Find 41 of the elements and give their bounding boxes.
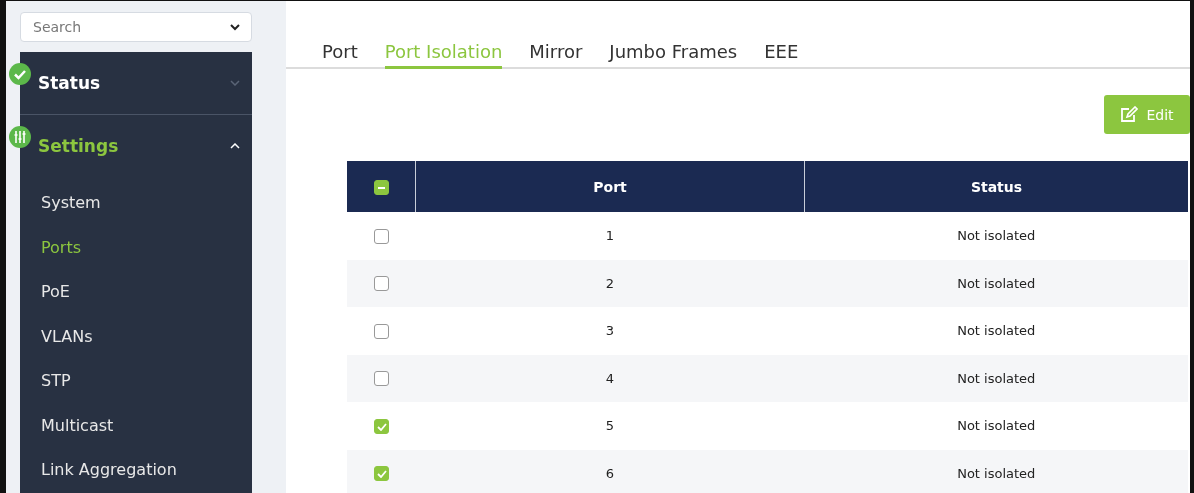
sidebar-section[interactable]: Settings [38, 136, 230, 156]
table-cell: Not isolated [804, 212, 1188, 260]
column-header: Status [804, 161, 1188, 212]
table-cell: Not isolated [804, 307, 1188, 355]
check-circle-icon [9, 63, 31, 85]
table-cell: Not isolated [804, 449, 1188, 493]
sidebar-item[interactable]: Multicast [20, 403, 252, 448]
select-all-checkbox[interactable] [373, 179, 389, 195]
table-cell: 6 [415, 449, 805, 493]
row-checkbox[interactable] [373, 276, 389, 292]
table-cell: 3 [415, 307, 805, 355]
edit-icon [1120, 106, 1139, 123]
column-header: Port [415, 161, 805, 212]
sidebar-item[interactable]: Ports [20, 225, 252, 270]
sidebar-item[interactable]: VLANs [20, 314, 252, 359]
row-checkbox[interactable] [373, 323, 389, 339]
sidebar-section[interactable]: Status [38, 73, 230, 93]
row-checkbox[interactable] [373, 228, 389, 244]
tab[interactable]: Mirror [529, 41, 583, 69]
sidebar-item[interactable]: Link Aggregation [20, 448, 252, 493]
row-checkbox[interactable] [373, 418, 389, 434]
table-cell: 5 [415, 402, 805, 450]
table-cell: 4 [415, 354, 805, 402]
chevron-down-icon [230, 24, 240, 31]
table-cell: Not isolated [804, 402, 1188, 450]
sidebar-item[interactable]: PoE [20, 270, 252, 315]
search-field[interactable]: Search [20, 12, 252, 42]
table-cell: Not isolated [804, 259, 1188, 307]
tab[interactable]: EEE [764, 41, 799, 69]
chevron-down-icon[interactable] [230, 80, 240, 86]
sliders-circle-icon [9, 126, 31, 148]
chevron-up-icon[interactable] [230, 143, 240, 149]
sidebar-item[interactable]: System [20, 181, 252, 226]
tab[interactable]: Port [322, 41, 358, 69]
row-checkbox[interactable] [373, 466, 389, 482]
table-cell: Not isolated [804, 354, 1188, 402]
row-checkbox[interactable] [373, 371, 389, 387]
tab[interactable]: Jumbo Frames [609, 41, 738, 69]
table-cell: 2 [415, 259, 805, 307]
table-cell: 1 [415, 212, 805, 260]
sidebar-item[interactable]: STP [20, 359, 252, 404]
